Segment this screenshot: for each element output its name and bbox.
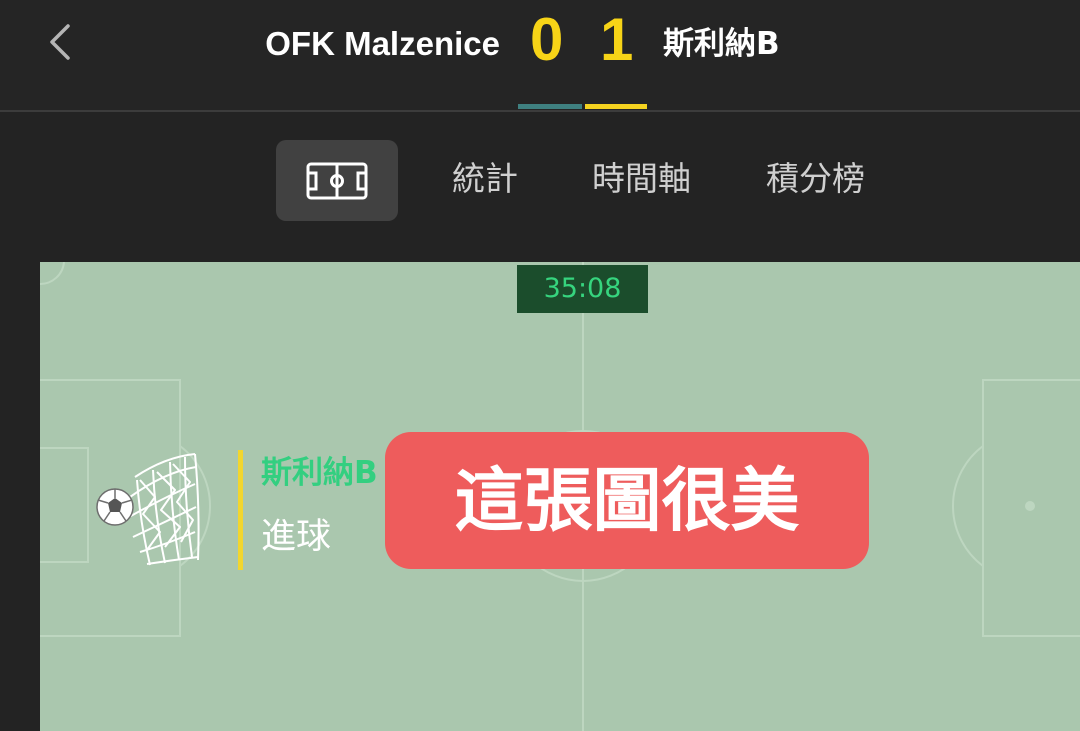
tab-bar: 統計 時間軸 積分榜 xyxy=(0,112,1080,262)
match-header: OFK Malzenice 0 1 斯利納B xyxy=(0,0,1080,112)
tab-pitch[interactable] xyxy=(276,140,398,221)
home-team-indicator xyxy=(518,104,582,109)
tab-timeline[interactable]: 時間軸 xyxy=(592,157,691,201)
back-button[interactable] xyxy=(38,20,82,64)
home-team-name: OFK Malzenice xyxy=(265,25,500,62)
caption-overlay: 這張圖很美 xyxy=(385,432,869,569)
pitch-icon xyxy=(306,162,368,199)
event-team-name: 斯利納B xyxy=(261,455,378,491)
caption-text: 這張圖很美 xyxy=(454,460,800,541)
match-clock: 35:08 xyxy=(517,265,648,313)
goal-event: 斯利納B 進球 xyxy=(95,447,425,572)
home-score: 0 xyxy=(530,6,564,73)
event-team-bar xyxy=(238,450,243,570)
event-type-label: 進球 xyxy=(261,517,332,557)
away-team-indicator xyxy=(585,104,647,109)
tab-stats[interactable]: 統計 xyxy=(452,157,518,201)
away-score: 1 xyxy=(600,6,634,73)
chevron-left-icon xyxy=(50,24,70,60)
away-team-name: 斯利納B xyxy=(663,26,780,62)
goal-net-icon xyxy=(96,453,200,566)
tab-standings[interactable]: 積分榜 xyxy=(766,157,865,201)
